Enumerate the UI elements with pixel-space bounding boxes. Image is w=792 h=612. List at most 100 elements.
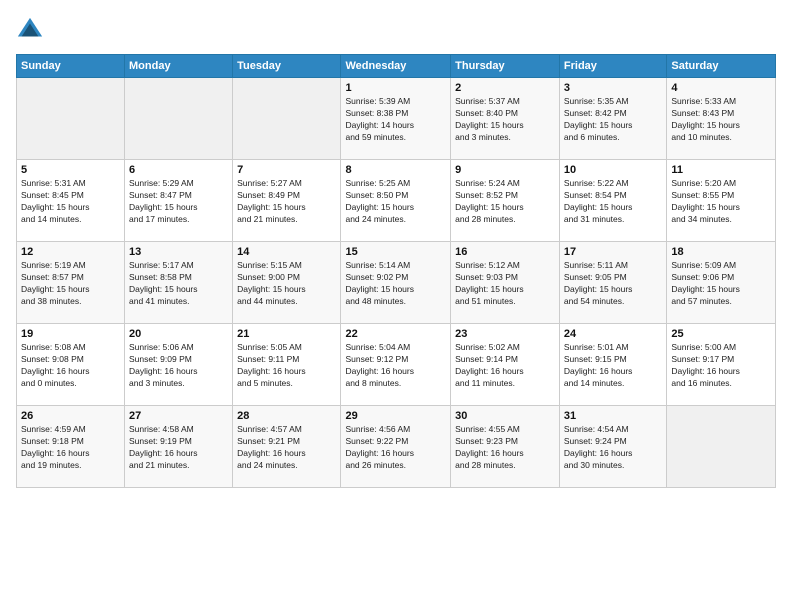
day-info: Sunrise: 5:11 AM Sunset: 9:05 PM Dayligh…	[564, 260, 662, 308]
day-of-week-header: Monday	[125, 55, 233, 78]
day-number: 29	[345, 410, 446, 422]
day-number: 20	[129, 328, 228, 340]
day-number: 10	[564, 164, 662, 176]
calendar-cell: 23 Sunrise: 5:02 AM Sunset: 9:14 PM Dayli…	[451, 324, 560, 406]
calendar-cell: 11 Sunrise: 5:20 AM Sunset: 8:55 PM Dayli…	[667, 160, 776, 242]
day-number: 19	[21, 328, 120, 340]
day-info: Sunrise: 5:00 AM Sunset: 9:17 PM Dayligh…	[671, 342, 771, 390]
day-info: Sunrise: 4:55 AM Sunset: 9:23 PM Dayligh…	[455, 424, 555, 472]
calendar-cell: 1 Sunrise: 5:39 AM Sunset: 8:38 PM Daylig…	[341, 78, 451, 160]
day-number: 21	[237, 328, 336, 340]
day-info: Sunrise: 5:24 AM Sunset: 8:52 PM Dayligh…	[455, 178, 555, 226]
day-number: 5	[21, 164, 120, 176]
calendar-cell: 31 Sunrise: 4:54 AM Sunset: 9:24 PM Dayli…	[559, 406, 666, 488]
calendar-cell: 2 Sunrise: 5:37 AM Sunset: 8:40 PM Daylig…	[451, 78, 560, 160]
day-number: 28	[237, 410, 336, 422]
day-of-week-header: Sunday	[17, 55, 125, 78]
day-info: Sunrise: 5:22 AM Sunset: 8:54 PM Dayligh…	[564, 178, 662, 226]
calendar-cell: 24 Sunrise: 5:01 AM Sunset: 9:15 PM Dayli…	[559, 324, 666, 406]
day-number: 13	[129, 246, 228, 258]
day-number: 11	[671, 164, 771, 176]
day-number: 30	[455, 410, 555, 422]
calendar-week-row: 26 Sunrise: 4:59 AM Sunset: 9:18 PM Dayli…	[17, 406, 776, 488]
calendar-cell: 10 Sunrise: 5:22 AM Sunset: 8:54 PM Dayli…	[559, 160, 666, 242]
day-number: 24	[564, 328, 662, 340]
calendar-cell: 30 Sunrise: 4:55 AM Sunset: 9:23 PM Dayli…	[451, 406, 560, 488]
calendar-cell: 19Sunrise: 5:08 AM Sunset: 9:08 PM Dayli…	[17, 324, 125, 406]
day-number: 8	[345, 164, 446, 176]
day-info: Sunrise: 5:29 AM Sunset: 8:47 PM Dayligh…	[129, 178, 228, 226]
day-number: 6	[129, 164, 228, 176]
day-info: Sunrise: 5:14 AM Sunset: 9:02 PM Dayligh…	[345, 260, 446, 308]
calendar-cell: 13 Sunrise: 5:17 AM Sunset: 8:58 PM Dayli…	[125, 242, 233, 324]
day-number: 25	[671, 328, 771, 340]
calendar-week-row: 1 Sunrise: 5:39 AM Sunset: 8:38 PM Daylig…	[17, 78, 776, 160]
calendar-cell: 6 Sunrise: 5:29 AM Sunset: 8:47 PM Daylig…	[125, 160, 233, 242]
calendar-cell: 18 Sunrise: 5:09 AM Sunset: 9:06 PM Dayli…	[667, 242, 776, 324]
day-info: Sunrise: 5:15 AM Sunset: 9:00 PM Dayligh…	[237, 260, 336, 308]
day-info: Sunrise: 5:06 AM Sunset: 9:09 PM Dayligh…	[129, 342, 228, 390]
calendar-cell	[667, 406, 776, 488]
day-info: Sunrise: 5:35 AM Sunset: 8:42 PM Dayligh…	[564, 96, 662, 144]
logo-icon	[16, 16, 44, 44]
day-number: 12	[21, 246, 120, 258]
calendar-week-row: 19Sunrise: 5:08 AM Sunset: 9:08 PM Dayli…	[17, 324, 776, 406]
day-number: 31	[564, 410, 662, 422]
day-number: 15	[345, 246, 446, 258]
page: SundayMondayTuesdayWednesdayThursdayFrid…	[0, 0, 792, 612]
day-number: 2	[455, 82, 555, 94]
calendar-cell: 17 Sunrise: 5:11 AM Sunset: 9:05 PM Dayli…	[559, 242, 666, 324]
day-info: Sunrise: 5:20 AM Sunset: 8:55 PM Dayligh…	[671, 178, 771, 226]
calendar-header-row: SundayMondayTuesdayWednesdayThursdayFrid…	[17, 55, 776, 78]
day-number: 17	[564, 246, 662, 258]
logo	[16, 16, 48, 44]
calendar-week-row: 12 Sunrise: 5:19 AM Sunset: 8:57 PM Dayli…	[17, 242, 776, 324]
calendar-cell: 28Sunrise: 4:57 AM Sunset: 9:21 PM Dayli…	[233, 406, 341, 488]
day-info: Sunrise: 5:02 AM Sunset: 9:14 PM Dayligh…	[455, 342, 555, 390]
day-info: Sunrise: 5:39 AM Sunset: 8:38 PM Dayligh…	[345, 96, 446, 144]
day-number: 26	[21, 410, 120, 422]
day-info: Sunrise: 5:05 AM Sunset: 9:11 PM Dayligh…	[237, 342, 336, 390]
day-info: Sunrise: 5:09 AM Sunset: 9:06 PM Dayligh…	[671, 260, 771, 308]
calendar-table: SundayMondayTuesdayWednesdayThursdayFrid…	[16, 54, 776, 488]
day-number: 9	[455, 164, 555, 176]
calendar-cell: 9 Sunrise: 5:24 AM Sunset: 8:52 PM Daylig…	[451, 160, 560, 242]
day-number: 4	[671, 82, 771, 94]
day-of-week-header: Thursday	[451, 55, 560, 78]
day-info: Sunrise: 5:37 AM Sunset: 8:40 PM Dayligh…	[455, 96, 555, 144]
calendar-cell: 16Sunrise: 5:12 AM Sunset: 9:03 PM Dayli…	[451, 242, 560, 324]
day-info: Sunrise: 4:59 AM Sunset: 9:18 PM Dayligh…	[21, 424, 120, 472]
day-number: 16	[455, 246, 555, 258]
day-info: Sunrise: 5:33 AM Sunset: 8:43 PM Dayligh…	[671, 96, 771, 144]
day-info: Sunrise: 5:01 AM Sunset: 9:15 PM Dayligh…	[564, 342, 662, 390]
calendar-cell: 3Sunrise: 5:35 AM Sunset: 8:42 PM Daylig…	[559, 78, 666, 160]
day-of-week-header: Wednesday	[341, 55, 451, 78]
calendar-cell: 26 Sunrise: 4:59 AM Sunset: 9:18 PM Dayli…	[17, 406, 125, 488]
calendar-cell	[233, 78, 341, 160]
day-number: 22	[345, 328, 446, 340]
day-info: Sunrise: 5:31 AM Sunset: 8:45 PM Dayligh…	[21, 178, 120, 226]
day-of-week-header: Saturday	[667, 55, 776, 78]
day-info: Sunrise: 5:25 AM Sunset: 8:50 PM Dayligh…	[345, 178, 446, 226]
day-info: Sunrise: 4:54 AM Sunset: 9:24 PM Dayligh…	[564, 424, 662, 472]
day-info: Sunrise: 4:58 AM Sunset: 9:19 PM Dayligh…	[129, 424, 228, 472]
calendar-cell: 12 Sunrise: 5:19 AM Sunset: 8:57 PM Dayli…	[17, 242, 125, 324]
day-number: 7	[237, 164, 336, 176]
day-info: Sunrise: 4:56 AM Sunset: 9:22 PM Dayligh…	[345, 424, 446, 472]
calendar-cell: 20 Sunrise: 5:06 AM Sunset: 9:09 PM Dayli…	[125, 324, 233, 406]
day-number: 23	[455, 328, 555, 340]
day-of-week-header: Tuesday	[233, 55, 341, 78]
day-info: Sunrise: 5:19 AM Sunset: 8:57 PM Dayligh…	[21, 260, 120, 308]
calendar-cell: 7Sunrise: 5:27 AM Sunset: 8:49 PM Daylig…	[233, 160, 341, 242]
calendar-cell: 29 Sunrise: 4:56 AM Sunset: 9:22 PM Dayli…	[341, 406, 451, 488]
calendar-cell: 15 Sunrise: 5:14 AM Sunset: 9:02 PM Dayli…	[341, 242, 451, 324]
calendar-cell: 14 Sunrise: 5:15 AM Sunset: 9:00 PM Dayli…	[233, 242, 341, 324]
day-number: 1	[345, 82, 446, 94]
calendar-cell: 5 Sunrise: 5:31 AM Sunset: 8:45 PM Daylig…	[17, 160, 125, 242]
day-number: 18	[671, 246, 771, 258]
calendar-cell	[17, 78, 125, 160]
day-number: 14	[237, 246, 336, 258]
calendar-week-row: 5 Sunrise: 5:31 AM Sunset: 8:45 PM Daylig…	[17, 160, 776, 242]
day-info: Sunrise: 5:17 AM Sunset: 8:58 PM Dayligh…	[129, 260, 228, 308]
calendar-cell: 25 Sunrise: 5:00 AM Sunset: 9:17 PM Dayli…	[667, 324, 776, 406]
